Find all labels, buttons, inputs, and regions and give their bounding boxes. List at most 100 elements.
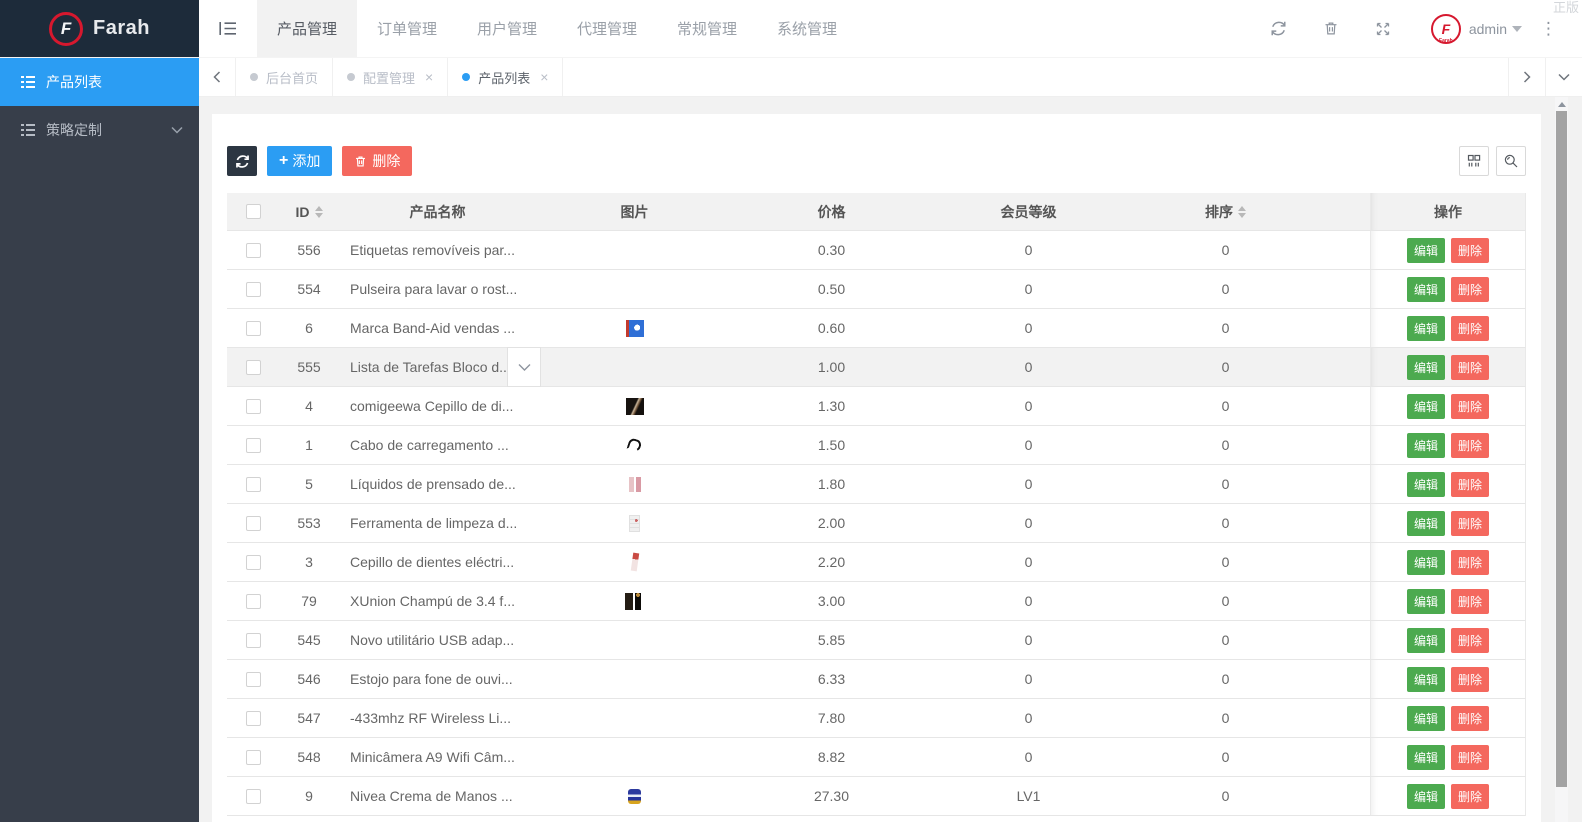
tab[interactable]: 产品列表 × [448,58,564,96]
edit-button[interactable]: 编辑 [1406,393,1445,419]
cell-operations: 编辑 删除 [1370,738,1525,776]
cell-image [536,621,733,659]
product-thumbnail[interactable] [628,476,641,492]
tab[interactable]: 配置管理 × [333,58,449,96]
sidebar-item[interactable]: 策略定制 [0,106,199,154]
row-checkbox[interactable] [245,281,261,297]
edit-button[interactable]: 编辑 [1406,783,1445,809]
refresh-icon[interactable] [1252,20,1305,37]
cell-id: 553 [297,515,321,531]
product-thumbnail[interactable] [628,788,641,804]
row-delete-button[interactable]: 删除 [1451,744,1490,770]
top-nav-item[interactable]: 订单管理 [357,0,457,57]
trash-icon[interactable] [1305,20,1357,37]
scrollbar-up-button[interactable] [1555,97,1568,111]
fullscreen-icon[interactable] [1357,21,1409,37]
row-checkbox[interactable] [245,749,261,765]
sidebar-toggle-button[interactable] [199,0,257,57]
row-checkbox[interactable] [245,515,261,531]
top-nav-item[interactable]: 系统管理 [757,0,857,57]
column-header-sort[interactable]: 排序 [1127,193,1324,230]
tabs-menu-button[interactable] [1545,58,1582,96]
product-thumbnail[interactable] [629,514,640,532]
user-dropdown-caret-icon[interactable] [1512,25,1522,32]
table-search-button[interactable] [1496,146,1526,176]
row-delete-button[interactable]: 删除 [1451,393,1490,419]
user-avatar[interactable]: F Farah [1430,13,1461,44]
edit-button[interactable]: 编辑 [1406,432,1445,458]
row-delete-button[interactable]: 删除 [1451,549,1490,575]
row-checkbox[interactable] [245,437,261,453]
row-checkbox[interactable] [245,593,261,609]
row-checkbox[interactable] [245,359,261,375]
edit-button[interactable]: 编辑 [1406,627,1445,653]
column-header-id[interactable]: ID [279,193,339,230]
row-delete-button[interactable]: 删除 [1451,354,1490,380]
row-expand-button[interactable] [507,347,541,387]
row-checkbox[interactable] [245,671,261,687]
cell-product-name: Etiquetas removíveis par... [350,242,515,258]
product-thumbnail[interactable] [625,397,644,415]
edit-button[interactable]: 编辑 [1406,744,1445,770]
brand-logo[interactable]: F Farah [0,0,199,57]
row-checkbox[interactable] [245,398,261,414]
add-button[interactable]: + 添加 [267,146,333,176]
edit-button[interactable]: 编辑 [1406,354,1445,380]
row-delete-button[interactable]: 删除 [1451,510,1490,536]
edit-button[interactable]: 编辑 [1406,315,1445,341]
top-nav-item[interactable]: 常规管理 [657,0,757,57]
row-checkbox[interactable] [245,554,261,570]
top-nav-item[interactable]: 用户管理 [457,0,557,57]
edit-button[interactable]: 编辑 [1406,549,1445,575]
tab-close-icon[interactable]: × [425,69,433,85]
row-delete-button[interactable]: 删除 [1451,705,1490,731]
edit-button[interactable]: 编辑 [1406,666,1445,692]
top-nav-item-label: 产品管理 [276,21,337,38]
row-checkbox[interactable] [245,632,261,648]
top-nav-item[interactable]: 产品管理 [257,0,357,57]
select-all-checkbox[interactable] [245,204,261,219]
delete-selected-button[interactable]: 删除 [342,146,413,176]
more-menu-icon[interactable]: ⋮ [1530,19,1568,39]
row-delete-button[interactable]: 删除 [1451,276,1490,302]
row-delete-button[interactable]: 删除 [1451,432,1490,458]
sort-icon[interactable] [314,205,323,218]
row-checkbox[interactable] [245,710,261,726]
row-delete-button[interactable]: 删除 [1451,783,1490,809]
row-delete-button[interactable]: 删除 [1451,627,1490,653]
edit-button[interactable]: 编辑 [1406,276,1445,302]
sort-icon[interactable] [1238,205,1246,218]
tabs-scroll-right-button[interactable] [1508,58,1545,96]
username-label[interactable]: admin [1469,21,1507,37]
list-icon [20,123,36,137]
edit-button[interactable]: 编辑 [1406,237,1445,263]
row-checkbox[interactable] [245,788,261,804]
edit-button[interactable]: 编辑 [1406,510,1445,536]
row-checkbox[interactable] [245,320,261,336]
page-scrollbar[interactable] [1555,97,1568,822]
row-delete-button[interactable]: 删除 [1451,588,1490,614]
row-checkbox[interactable] [245,242,261,258]
edit-button[interactable]: 编辑 [1406,471,1445,497]
scrollbar-thumb[interactable] [1556,111,1567,787]
row-checkbox[interactable] [245,476,261,492]
refresh-button[interactable] [227,146,257,176]
row-delete-button[interactable]: 删除 [1451,237,1490,263]
row-delete-button[interactable]: 删除 [1451,315,1490,341]
tabs-scroll-left-button[interactable] [199,58,236,96]
cell-sort: 0 [1221,593,1230,609]
tab[interactable]: 后台首页 [236,58,334,96]
product-thumbnail[interactable] [626,437,643,453]
product-thumbnail[interactable] [630,552,639,572]
sidebar-item[interactable]: 产品列表 [0,58,199,106]
row-delete-button[interactable]: 删除 [1451,666,1490,692]
cell-price: 7.80 [817,710,846,726]
tab-close-icon[interactable]: × [540,69,548,85]
edit-button[interactable]: 编辑 [1406,705,1445,731]
columns-filter-button[interactable] [1459,146,1489,176]
row-delete-button[interactable]: 删除 [1451,471,1490,497]
product-thumbnail[interactable] [625,592,644,610]
edit-button[interactable]: 编辑 [1406,588,1445,614]
product-thumbnail[interactable] [625,319,644,337]
top-nav-item[interactable]: 代理管理 [557,0,657,57]
